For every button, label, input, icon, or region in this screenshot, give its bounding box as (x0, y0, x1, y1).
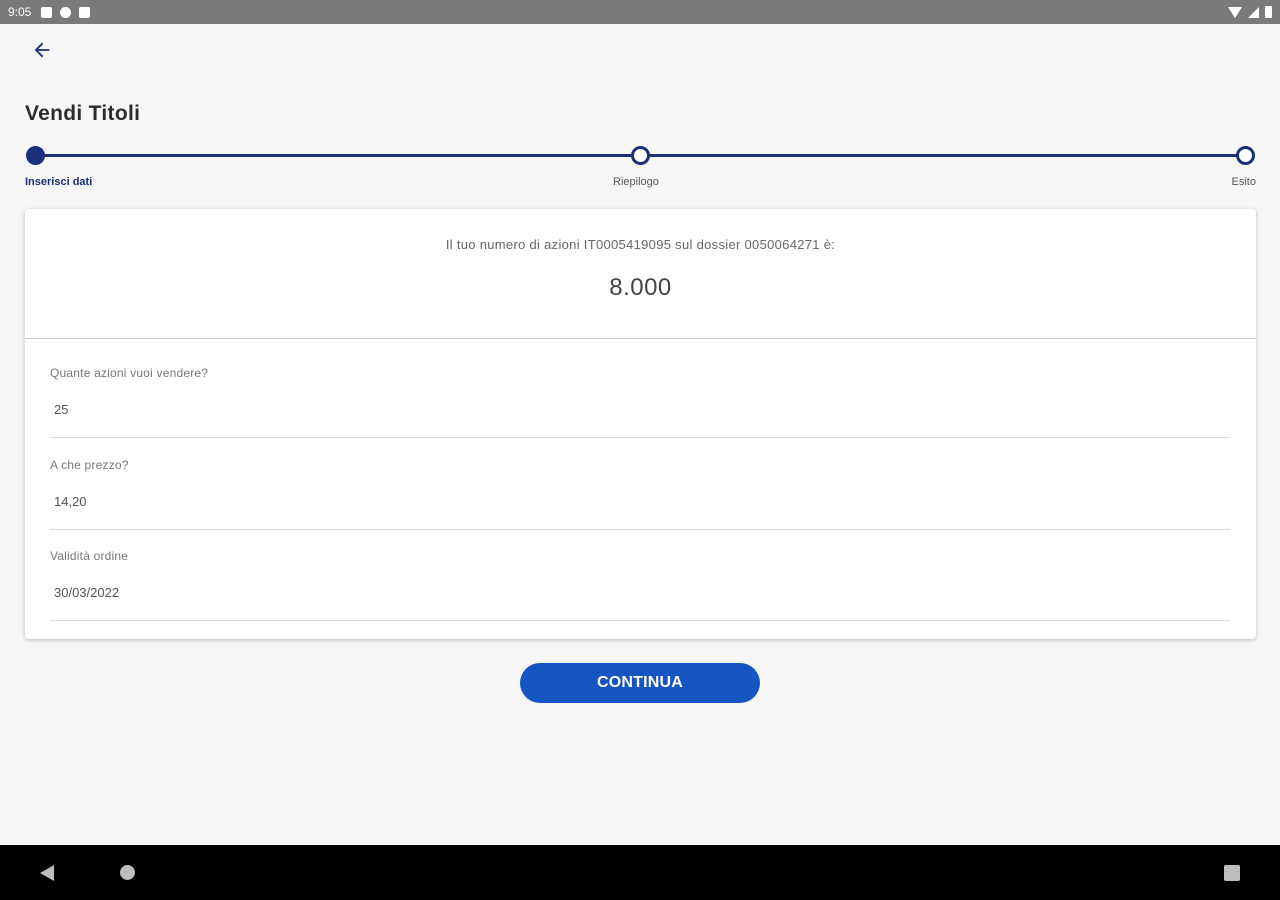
validity-label: Validità ordine (50, 549, 129, 563)
nav-home-icon[interactable] (120, 865, 135, 880)
status-bar: 9:05 (0, 0, 1280, 24)
shares-count: 8.000 (609, 274, 672, 301)
price-input[interactable] (54, 494, 1154, 509)
nav-recents-icon[interactable] (1224, 865, 1240, 881)
price-label: A che prezzo? (50, 458, 129, 472)
signal-icon (1248, 6, 1259, 18)
step-label-esito: Esito (1231, 176, 1256, 188)
wifi-icon (1228, 6, 1242, 18)
quantity-input[interactable] (54, 402, 1154, 417)
battery-icon (1265, 6, 1272, 18)
sd-card-icon (79, 6, 91, 18)
price-field[interactable]: A che prezzo? (50, 458, 1230, 530)
shares-summary: Il tuo numero di azioni IT0005419095 sul… (25, 209, 1256, 339)
back-button[interactable] (28, 36, 56, 64)
validity-field[interactable]: Validità ordine (50, 549, 1230, 621)
continue-button[interactable]: CONTINUA (520, 663, 760, 703)
step-label-inserisci-dati: Inserisci dati (25, 176, 93, 188)
arrow-left-icon (34, 42, 50, 58)
step-dot-esito (1236, 146, 1255, 165)
step-dot-inserisci-dati (26, 146, 45, 165)
app-icon (60, 6, 72, 18)
quantity-field[interactable]: Quante azioni vuoi vendere? (50, 366, 1230, 438)
system-nav-bar (0, 845, 1280, 900)
notification-icon (41, 6, 53, 18)
step-label-riepilogo: Riepilogo (613, 176, 659, 188)
sell-form-card: Il tuo numero di azioni IT0005419095 sul… (25, 209, 1256, 639)
validity-date-input[interactable] (54, 585, 1154, 600)
progress-stepper: Inserisci dati Riepilogo Esito (0, 144, 1280, 194)
shares-info-text: Il tuo numero di azioni IT0005419095 sul… (445, 237, 836, 252)
status-time: 9:05 (8, 5, 32, 19)
quantity-label: Quante azioni vuoi vendere? (50, 366, 209, 380)
nav-back-icon[interactable] (40, 865, 54, 881)
page-title: Vendi Titoli (25, 102, 141, 125)
step-dot-riepilogo (631, 146, 650, 165)
